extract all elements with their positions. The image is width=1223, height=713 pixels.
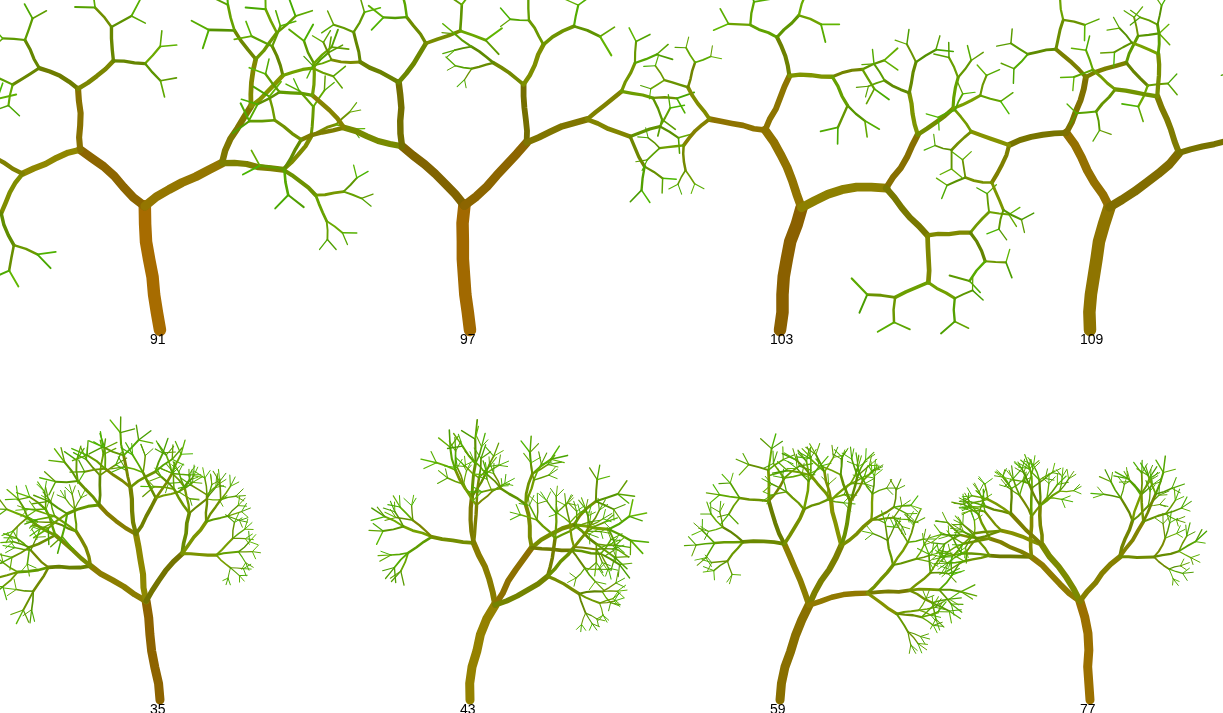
scratch xyxy=(0,0,1223,713)
